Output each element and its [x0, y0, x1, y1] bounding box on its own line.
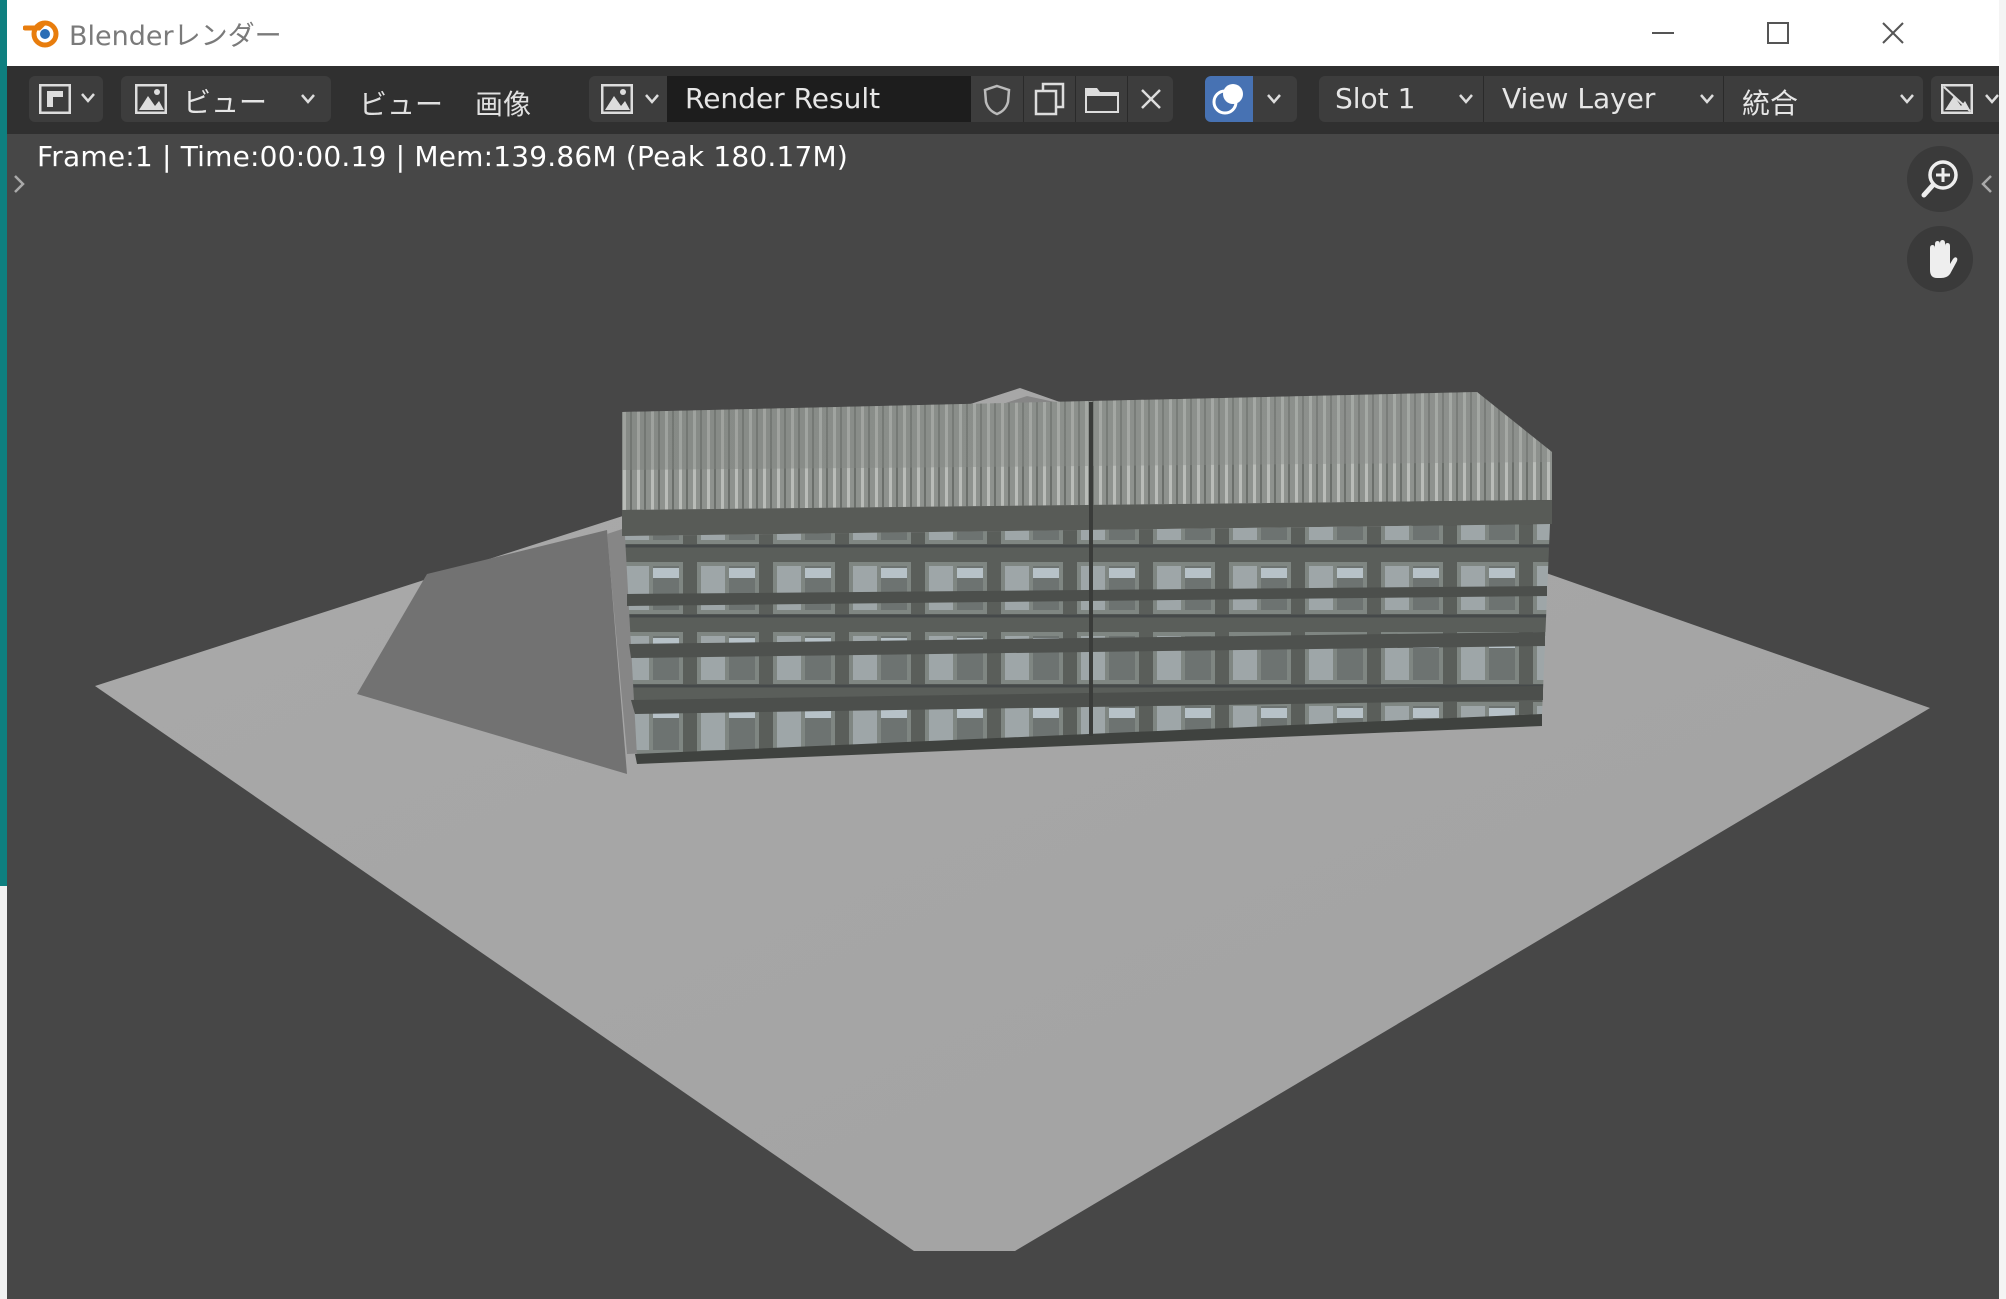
image-name: Render Result [685, 82, 881, 115]
new-image-button[interactable] [1023, 76, 1075, 122]
render-pass-dropdown[interactable]: 統合 [1723, 76, 1923, 122]
chevron-down-icon [81, 93, 95, 103]
roof-sheen [622, 392, 1552, 470]
slot-label: Slot 1 [1335, 82, 1416, 115]
image-editor-icon [39, 84, 71, 114]
chevron-down-icon [1700, 94, 1714, 104]
minimize-button[interactable] [1607, 0, 1717, 66]
desktop-edge [0, 0, 7, 886]
desktop-edge-right [1999, 0, 2006, 1299]
slot-dropdown[interactable]: Slot 1 [1319, 76, 1483, 122]
view-layer-dropdown[interactable]: View Layer [1483, 76, 1723, 122]
image-alpha-icon [1941, 84, 1973, 114]
maximize-button[interactable] [1722, 0, 1832, 66]
zoom-in-icon [1921, 160, 1958, 198]
chevron-down-icon [1267, 94, 1281, 104]
close-window-button[interactable] [1837, 0, 1947, 66]
browse-image-button[interactable] [589, 76, 669, 122]
image-editor-header: ビュー ビュー 画像 Render Result Slot 1 View Lay… [7, 66, 2006, 134]
hand-pan-icon [1930, 240, 1958, 278]
chevron-down-icon [301, 94, 315, 104]
image-icon [601, 84, 633, 114]
sidebar-expand-icon[interactable] [1981, 174, 1993, 194]
blender-logo-icon [23, 20, 59, 48]
chevron-down-icon [1459, 94, 1473, 104]
desktop-edge-lower [0, 886, 7, 1299]
window-title: Blenderレンダー [69, 21, 282, 52]
unlink-image-button[interactable] [1127, 76, 1173, 122]
folder-icon [1085, 88, 1119, 113]
render-result-image [95, 388, 1930, 1251]
render-viewport[interactable] [7, 134, 1999, 1299]
title-bar: Blenderレンダー [7, 0, 2006, 66]
mode-dropdown[interactable]: ビュー [121, 76, 331, 122]
render-status-text: Frame:1 | Time:00:00.19 | Mem:139.86M (P… [37, 140, 849, 173]
menu-view[interactable]: ビュー [359, 83, 443, 123]
image-name-field[interactable]: Render Result [667, 76, 971, 122]
open-image-button[interactable] [1075, 76, 1127, 122]
toolbar-expand-icon[interactable] [13, 174, 25, 194]
close-icon [1141, 89, 1161, 109]
channels-dropdown[interactable] [1253, 76, 1297, 122]
minimize-icon [1652, 32, 1674, 34]
chevron-down-icon [1900, 94, 1914, 104]
maximize-icon [1767, 22, 1789, 44]
display-mode-dropdown[interactable] [1931, 76, 2006, 122]
close-icon [1882, 22, 1904, 44]
shield-icon [983, 84, 1011, 116]
menu-image[interactable]: 画像 [475, 83, 531, 123]
mode-label: ビュー [183, 86, 268, 119]
image-icon [135, 84, 167, 114]
view-layer-label: View Layer [1502, 82, 1656, 115]
fake-user-button[interactable] [971, 76, 1023, 122]
overlay-icon [1212, 84, 1243, 115]
chevron-down-icon [645, 94, 659, 104]
render-pass-label: 統合 [1742, 87, 1799, 120]
display-channels-toggle[interactable] [1205, 76, 1253, 122]
zoom-button[interactable] [1907, 146, 1973, 212]
pan-button[interactable] [1907, 226, 1973, 292]
duplicate-icon [1034, 82, 1065, 116]
chevron-down-icon [1985, 94, 1999, 104]
editor-type-dropdown[interactable] [29, 76, 103, 122]
